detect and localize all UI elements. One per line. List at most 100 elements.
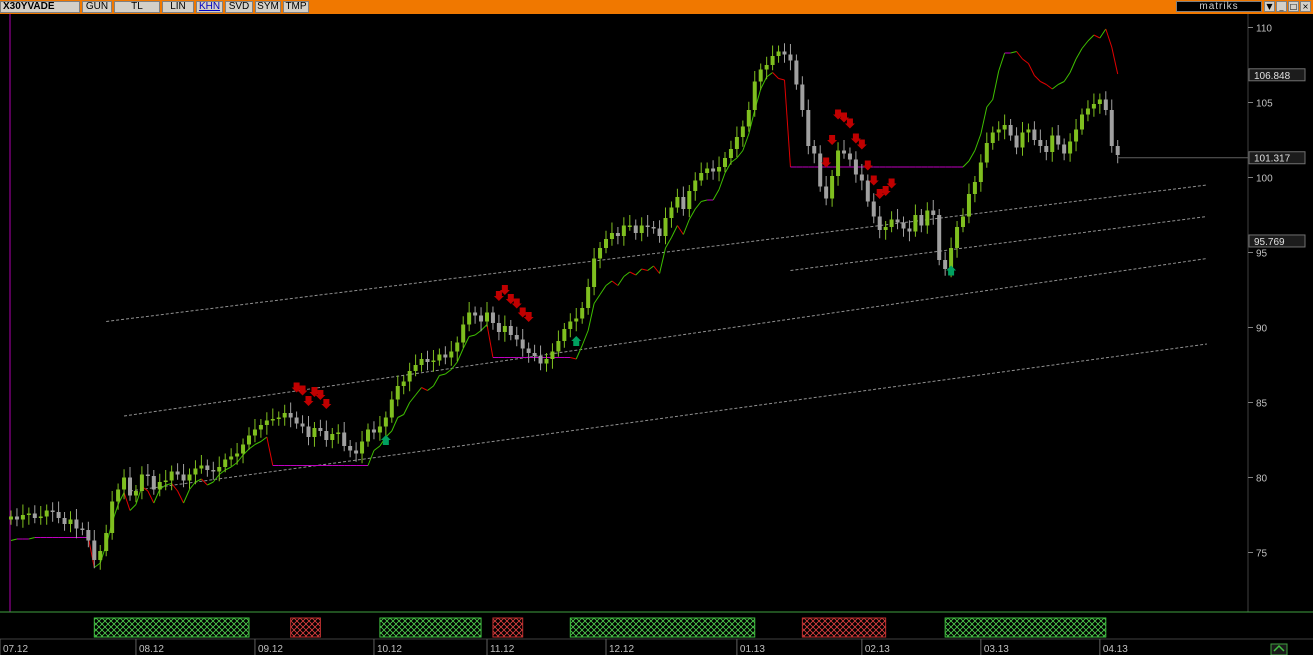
candle-body bbox=[943, 260, 948, 269]
sar-segment bbox=[968, 150, 976, 162]
candle-body bbox=[609, 233, 614, 239]
sar-segment bbox=[1099, 28, 1107, 39]
candle-body bbox=[264, 420, 269, 425]
scroll-corner-icon[interactable] bbox=[1270, 643, 1288, 655]
candle bbox=[62, 512, 67, 531]
candle-body bbox=[1038, 140, 1043, 146]
candle-body bbox=[859, 174, 864, 181]
candle bbox=[919, 209, 924, 233]
sar-segment bbox=[766, 72, 773, 78]
sell-band bbox=[801, 617, 887, 638]
tl-button[interactable]: TL bbox=[114, 1, 160, 13]
candle bbox=[348, 440, 353, 458]
candle bbox=[163, 470, 168, 491]
candle-body bbox=[360, 441, 365, 454]
sar-segment bbox=[682, 219, 690, 235]
candle bbox=[978, 154, 983, 192]
sar-segment bbox=[212, 474, 220, 483]
svd-button[interactable]: SVD bbox=[225, 1, 253, 13]
candle-body bbox=[1032, 129, 1037, 140]
symbol-field[interactable]: X30YVADE bbox=[0, 1, 80, 13]
candle bbox=[931, 200, 936, 225]
candle-body bbox=[562, 329, 567, 341]
candle-body bbox=[1097, 99, 1102, 104]
candle bbox=[966, 183, 971, 224]
candle bbox=[50, 502, 55, 522]
candle-body bbox=[389, 399, 394, 418]
candle bbox=[877, 206, 882, 239]
candle bbox=[770, 45, 775, 71]
sar-segment bbox=[570, 357, 577, 360]
sar-segment bbox=[201, 478, 208, 486]
candle-body bbox=[972, 182, 977, 194]
candle-body bbox=[782, 51, 787, 55]
sar-segment bbox=[177, 490, 184, 504]
close-icon[interactable]: × bbox=[1300, 1, 1311, 12]
candle-body bbox=[80, 528, 85, 530]
candle bbox=[937, 209, 942, 266]
dropdown-icon[interactable]: ▼ bbox=[1264, 1, 1275, 12]
candle-body bbox=[32, 513, 37, 518]
candle-body bbox=[615, 233, 620, 236]
candle-body bbox=[758, 69, 763, 82]
sar-segment bbox=[730, 157, 738, 163]
restore-icon[interactable]: □ bbox=[1288, 1, 1299, 12]
sar-segment bbox=[433, 375, 440, 387]
candle-body bbox=[223, 459, 228, 467]
candle-body bbox=[229, 456, 234, 460]
candle-body bbox=[520, 339, 525, 349]
sym-button[interactable]: SYM bbox=[255, 1, 281, 13]
candle-body bbox=[1080, 114, 1084, 130]
candle-body bbox=[556, 341, 561, 352]
candle bbox=[895, 209, 900, 230]
candle-body bbox=[723, 158, 727, 167]
candle bbox=[169, 465, 174, 491]
tmp-button[interactable]: TMP bbox=[283, 1, 309, 13]
candle bbox=[300, 415, 305, 434]
gun-button[interactable]: GUN bbox=[82, 1, 112, 13]
candle-body bbox=[895, 219, 900, 223]
sar-segment bbox=[676, 225, 684, 235]
price-chart[interactable]: 110 105 100 95 90 85 80 75 106.848 101.317 95.769… bbox=[0, 14, 1313, 655]
candles bbox=[9, 43, 1120, 570]
candle bbox=[425, 350, 430, 371]
candle bbox=[247, 427, 251, 450]
minimize-icon[interactable]: _ bbox=[1276, 1, 1287, 12]
candle bbox=[383, 411, 388, 437]
candle bbox=[473, 306, 478, 324]
channel-line-0 bbox=[106, 184, 1208, 322]
candle-body bbox=[788, 54, 793, 61]
candle-body bbox=[836, 150, 841, 176]
candle-body bbox=[966, 194, 971, 217]
sar-segment bbox=[599, 285, 607, 295]
candle-body bbox=[1020, 132, 1025, 148]
candle bbox=[788, 44, 793, 71]
candle-body bbox=[324, 431, 329, 440]
candle-body bbox=[776, 51, 781, 56]
candle-body bbox=[550, 351, 555, 359]
sar-segment bbox=[445, 369, 452, 375]
candle-body bbox=[282, 413, 287, 418]
sar-segment bbox=[1069, 58, 1077, 73]
candle bbox=[806, 99, 811, 155]
candle-body bbox=[830, 176, 835, 199]
candle bbox=[639, 217, 644, 242]
candle bbox=[830, 170, 835, 207]
candle-body bbox=[169, 471, 174, 481]
khn-button[interactable]: KHN bbox=[196, 1, 223, 13]
candle bbox=[871, 193, 876, 224]
candle bbox=[651, 221, 656, 234]
indicator-pane bbox=[93, 617, 1107, 638]
candle bbox=[139, 466, 144, 500]
candle-body bbox=[961, 216, 965, 227]
candle bbox=[217, 456, 222, 482]
candle-body bbox=[877, 216, 882, 230]
lin-button[interactable]: LIN bbox=[162, 1, 194, 13]
candle-body bbox=[104, 533, 109, 551]
candle-body bbox=[205, 465, 210, 470]
candle bbox=[776, 45, 781, 63]
candle bbox=[377, 416, 382, 441]
sar-segment bbox=[1105, 28, 1113, 48]
candle bbox=[360, 431, 365, 464]
candle-body bbox=[62, 518, 67, 524]
